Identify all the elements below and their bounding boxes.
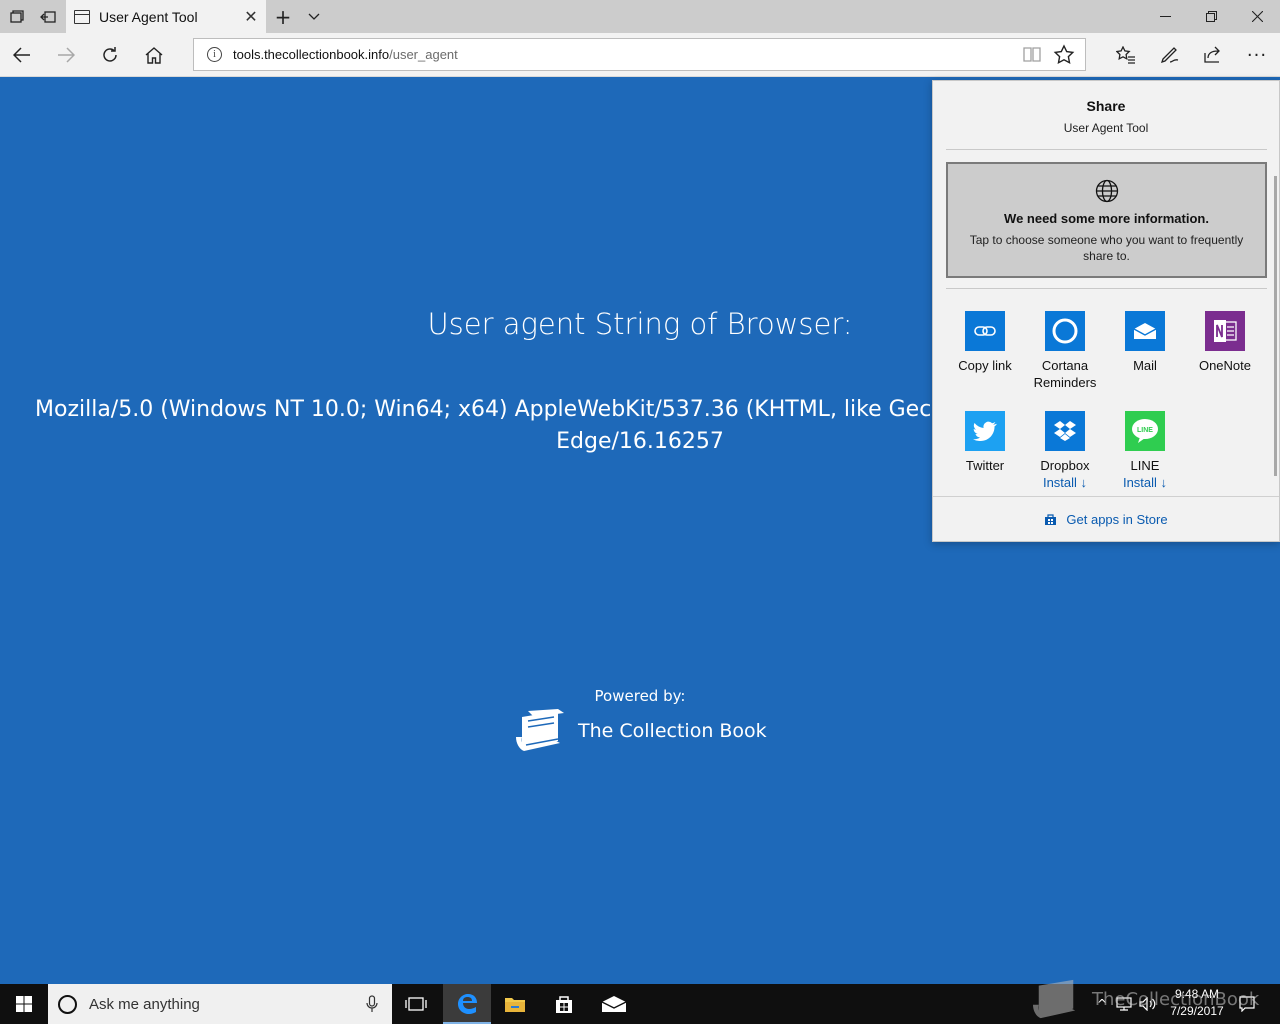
book-logo-icon xyxy=(516,709,564,751)
app-label: Copy link xyxy=(958,358,1012,373)
back-button[interactable] xyxy=(0,33,44,77)
share-target-cortana-reminders[interactable]: Cortana Reminders xyxy=(1025,311,1105,391)
windows-logo-icon xyxy=(16,996,32,1012)
web-note-button[interactable] xyxy=(1148,33,1192,77)
copy-link-icon xyxy=(965,311,1005,351)
share-button[interactable] xyxy=(1191,33,1235,77)
url-path: /user_agent xyxy=(389,47,458,62)
share-target-copy-link[interactable]: Copy link xyxy=(945,311,1025,374)
navigation-bar: i tools.thecollectionbook.info/user_agen… xyxy=(0,33,1280,77)
share-subtitle: User Agent Tool xyxy=(1063,121,1149,135)
taskbar-edge[interactable] xyxy=(443,984,491,1024)
share-target-onenote[interactable]: OneNote xyxy=(1185,311,1265,374)
taskbar-file-explorer[interactable] xyxy=(491,984,539,1024)
microphone-icon[interactable] xyxy=(366,995,378,1013)
get-apps-in-store-link[interactable]: Get apps in Store xyxy=(933,512,1279,527)
watermark-text: TheCollectionBook xyxy=(1092,988,1260,1010)
powered-by-label: Powered by: xyxy=(594,687,686,705)
favorite-star-icon[interactable] xyxy=(1053,44,1075,66)
download-arrow-icon: ↓ xyxy=(1080,475,1088,490)
line-install-link[interactable]: Install ↓ xyxy=(1105,474,1185,491)
home-button[interactable] xyxy=(132,33,176,77)
address-bar[interactable]: i tools.thecollectionbook.info/user_agen… xyxy=(193,38,1086,71)
twitter-icon xyxy=(965,411,1005,451)
choose-contact-prompt[interactable]: We need some more information. Tap to ch… xyxy=(946,162,1267,278)
download-arrow-icon: ↓ xyxy=(1160,475,1168,490)
tab-user-agent-tool[interactable]: User Agent Tool ✕ xyxy=(66,0,266,33)
reading-view-icon[interactable] xyxy=(1023,46,1041,63)
refresh-button[interactable] xyxy=(88,33,132,77)
divider xyxy=(933,496,1279,497)
store-link-label: Get apps in Store xyxy=(1066,512,1168,527)
search-placeholder: Ask me anything xyxy=(89,995,200,1013)
minimize-button[interactable] xyxy=(1142,0,1188,33)
page-favicon-icon xyxy=(74,9,90,24)
share-target-dropbox[interactable]: Dropbox Install ↓ xyxy=(1025,411,1105,491)
onenote-icon xyxy=(1205,311,1245,351)
mail-icon xyxy=(1125,311,1165,351)
taskbar-store[interactable] xyxy=(540,984,588,1024)
mail-icon xyxy=(601,996,627,1012)
edge-icon xyxy=(458,994,477,1014)
watermark-book-icon xyxy=(1033,979,1076,1019)
install-label: Install xyxy=(1042,475,1077,490)
dropbox-install-link[interactable]: Install ↓ xyxy=(1025,474,1105,491)
set-tabs-aside-icon[interactable] xyxy=(33,0,63,33)
watermark: TheCollectionBook xyxy=(1030,976,1259,1022)
url-domain: tools.thecollectionbook.info xyxy=(233,47,390,62)
task-view-button[interactable] xyxy=(392,984,440,1024)
svg-text:LINE: LINE xyxy=(1137,427,1153,434)
start-button[interactable] xyxy=(0,984,48,1024)
app-label: Twitter xyxy=(965,458,1005,473)
divider xyxy=(946,288,1267,289)
dropbox-icon xyxy=(1045,411,1085,451)
line-icon: LINE xyxy=(1125,411,1165,451)
forward-button[interactable] xyxy=(44,33,88,77)
app-label: Mail xyxy=(1133,358,1157,373)
more-actions-button[interactable]: ··· xyxy=(1235,33,1279,77)
brand-link[interactable]: The Collection Book xyxy=(514,707,767,755)
cortana-search-box[interactable]: Ask me anything xyxy=(48,984,392,1024)
address-url: tools.thecollectionbook.info/user_agent xyxy=(233,47,458,62)
install-label: Install xyxy=(1122,475,1157,490)
tab-manager-icon[interactable] xyxy=(0,0,33,33)
info-title: We need some more information. xyxy=(1004,211,1209,226)
divider xyxy=(946,149,1267,150)
taskbar-mail[interactable] xyxy=(590,984,638,1024)
favorites-hub-button[interactable] xyxy=(1104,33,1148,77)
share-title: Share xyxy=(1086,98,1126,114)
share-panel: Share User Agent Tool We need some more … xyxy=(932,80,1280,542)
scrollbar[interactable] xyxy=(1274,176,1277,476)
cortana-icon xyxy=(1045,311,1085,351)
cortana-icon xyxy=(58,994,77,1014)
share-target-line[interactable]: LINE LINE Install ↓ xyxy=(1105,411,1185,491)
site-info-icon[interactable]: i xyxy=(207,47,222,62)
globe-icon xyxy=(1095,179,1119,203)
app-label: LINE xyxy=(1130,458,1160,473)
info-text: Tap to choose someone who you want to fr… xyxy=(969,233,1244,263)
store-bag-icon xyxy=(556,996,572,1013)
task-view-icon xyxy=(405,997,427,1011)
title-bar: User Agent Tool ✕ + xyxy=(0,0,1280,33)
tab-title: User Agent Tool xyxy=(99,8,198,25)
new-tab-button[interactable]: + xyxy=(268,0,298,33)
brand-name: The Collection Book xyxy=(578,720,767,742)
restore-button[interactable] xyxy=(1188,0,1234,33)
share-target-mail[interactable]: Mail xyxy=(1105,311,1185,374)
tab-close-icon[interactable]: ✕ xyxy=(236,0,266,33)
folder-icon xyxy=(505,998,525,1012)
tab-preview-chevron-icon[interactable] xyxy=(300,0,328,33)
app-label: Dropbox xyxy=(1040,458,1090,473)
app-label: OneNote xyxy=(1198,358,1252,373)
store-icon xyxy=(1045,514,1057,525)
close-window-button[interactable] xyxy=(1234,0,1280,33)
share-target-twitter[interactable]: Twitter xyxy=(945,411,1025,474)
app-label: Cortana Reminders xyxy=(1033,358,1097,390)
